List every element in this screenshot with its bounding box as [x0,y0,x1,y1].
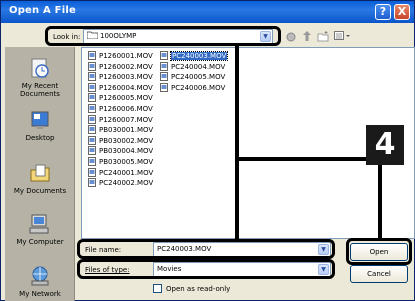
new-folder-icon[interactable] [317,31,329,44]
file-item[interactable]: PB030002.MOV [88,135,154,146]
place-recent-documents[interactable]: My Recent Documents [5,57,75,98]
filename-highlight-frame [77,239,335,259]
my-documents-icon [5,162,75,186]
movie-file-icon [88,104,99,113]
callout-line-right [378,157,382,241]
movie-file-icon [160,61,171,71]
view-menu-icon[interactable] [334,31,352,43]
movie-file-icon [88,146,99,156]
callout-line-vertical [235,45,239,243]
open-file-dialog: Open A File ? X Look in: 100OLYMP ▼ My R… [0,0,415,301]
movie-file-icon [88,135,99,145]
place-my-computer[interactable]: My Computer [5,213,75,246]
movie-file-icon [88,178,99,188]
up-folder-icon[interactable] [301,30,313,44]
file-item[interactable]: PB030001.MOV [88,125,153,135]
step-number-badge: 4 [366,125,404,165]
file-item[interactable]: P1260001.MOV [88,51,153,61]
movie-file-icon [88,82,99,92]
title-bar[interactable]: Open A File ? X [1,1,414,23]
file-name: PC240001.MOV [99,168,154,177]
file-item[interactable]: PC240005.MOV [160,72,225,82]
my-network-icon [5,265,75,289]
movie-file-icon [88,51,99,60]
file-item[interactable]: PC240006.MOV [160,82,226,93]
movie-file-icon [88,157,99,166]
file-name: PC240003.MOV [169,51,229,61]
readonly-checkbox[interactable] [153,284,162,293]
cancel-button[interactable]: Cancel [350,265,408,283]
file-item[interactable]: P1260005.MOV [88,93,153,103]
file-name: P1260005.MOV [99,94,153,103]
movie-file-icon [88,61,99,71]
file-name: PC240006.MOV [171,83,226,92]
file-item[interactable]: PC240001.MOV [88,167,154,178]
file-item[interactable]: PC240004.MOV [160,61,226,72]
file-list[interactable]: P1260001.MOV P1260002.MOV P1260003.MOV P126… [81,47,415,239]
my-computer-icon [5,213,75,237]
movie-file-icon [160,82,171,92]
place-my-network[interactable]: My Network [5,265,75,298]
file-item[interactable]: PB030004.MOV [88,146,153,156]
file-item[interactable]: P1260002.MOV [88,61,153,72]
readonly-label: Open as read-only [166,285,231,293]
file-name: P1260006.MOV [99,105,153,113]
movie-file-icon [160,72,171,82]
filetype-highlight-frame [77,259,335,279]
file-item[interactable]: P1260007.MOV [88,114,153,125]
file-name: P1260007.MOV [99,115,153,124]
help-button[interactable]: ? [375,4,391,20]
movie-file-icon [88,125,99,135]
file-item[interactable]: PB030005.MOV [88,157,153,167]
file-item[interactable]: P1260003.MOV [88,72,153,82]
place-desktop[interactable]: Desktop [5,109,75,142]
file-name: PC240002.MOV [99,179,154,188]
file-name: P1260004.MOV [99,83,153,92]
file-name: PB030002.MOV [99,136,154,145]
movie-file-icon [88,167,99,177]
movie-file-icon [88,114,99,124]
file-name: PC240004.MOV [171,62,226,71]
window-title: Open A File [9,5,76,16]
file-item[interactable]: PC240003.MOV [160,51,229,61]
file-name: PB030004.MOV [99,147,154,156]
places-bar: My Recent Documents Desktop My Documents… [5,47,75,301]
file-name: P1260003.MOV [99,73,153,82]
file-item[interactable]: PC240002.MOV [88,178,153,188]
back-icon[interactable] [286,32,296,44]
file-name: PC240005.MOV [171,73,226,82]
movie-file-icon [88,72,99,82]
lookin-highlight-frame [45,26,281,46]
file-name: PB030001.MOV [99,126,154,135]
desktop-icon [5,109,75,133]
file-name: P1260001.MOV [99,52,153,60]
place-my-documents[interactable]: My Documents [5,162,75,195]
recent-documents-icon [5,57,75,81]
movie-file-icon [88,93,99,103]
file-name: P1260002.MOV [99,62,153,71]
file-item[interactable]: P1260006.MOV [88,104,153,114]
callout-line-horizontal [235,157,382,161]
file-name: PB030005.MOV [99,158,154,166]
open-highlight-frame [346,238,412,265]
file-item[interactable]: P1260004.MOV [88,82,153,93]
close-button[interactable]: X [394,4,410,20]
movie-file-icon [160,51,171,60]
